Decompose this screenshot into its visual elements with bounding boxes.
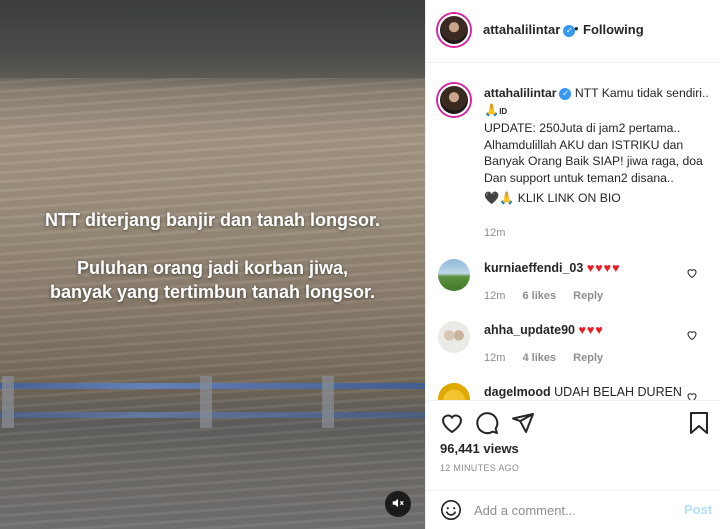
caption-time: 12m: [484, 227, 506, 239]
comment-text: kurniaeffendi_03 ♥♥♥♥: [484, 261, 621, 275]
header-separator: •: [574, 21, 579, 36]
view-count[interactable]: 96,441 views: [440, 441, 519, 456]
caption-username[interactable]: attahalilintar: [484, 86, 556, 100]
like-comment-button[interactable]: [686, 329, 698, 344]
post-actions: 96,441 views 12 MINUTES AGO: [426, 400, 720, 490]
comment-username[interactable]: kurniaeffendi_03: [484, 261, 583, 275]
heart-icon: [687, 331, 697, 341]
bookmark-icon[interactable]: [688, 411, 710, 435]
avatar[interactable]: [438, 259, 470, 291]
comment-icon[interactable]: [475, 411, 499, 435]
comment-meta: 12m 4 likes Reply: [484, 352, 617, 364]
video-overlay-lines: Puluhan orang jadi korban jiwa, banyak y…: [0, 256, 425, 304]
comment-body: UDAH BELAH DUREN: [554, 385, 682, 399]
speaker-muted-icon: [392, 498, 404, 508]
post-timestamp[interactable]: 12 MINUTES AGO: [440, 463, 519, 473]
mute-button[interactable]: [385, 491, 411, 517]
caption: attahalilintar ✓ NTT Kamu tidak sendiri..…: [484, 85, 712, 207]
comment-time: 12m: [484, 352, 506, 364]
fence-post: [322, 376, 334, 428]
comment-likes[interactable]: 4 likes: [522, 352, 556, 364]
fence-post: [2, 376, 14, 428]
heart-icon: [687, 269, 697, 279]
comments-list[interactable]: attahalilintar ✓ NTT Kamu tidak sendiri..…: [426, 64, 720, 400]
comment-text: dagelmood UDAH BELAH DUREN: [484, 385, 682, 399]
video-overlay-line2: Puluhan orang jadi korban jiwa,: [76, 258, 349, 278]
avatar[interactable]: [438, 321, 470, 353]
heart-icon[interactable]: [440, 411, 464, 435]
comment-time: 12m: [484, 290, 506, 302]
username-link[interactable]: attahalilintar: [483, 22, 560, 37]
reply-button[interactable]: Reply: [573, 290, 603, 302]
share-icon[interactable]: [511, 411, 535, 435]
caption-body: Alhamdulillah AKU dan ISTRIKU dan Banyak…: [484, 137, 703, 185]
comment-username[interactable]: ahha_update90: [484, 323, 575, 337]
following-button[interactable]: Following: [583, 22, 644, 37]
video-overlay-line3: banyak yang tertimbun tanah longsor.: [49, 282, 376, 302]
comment-body: ♥♥♥♥: [586, 261, 621, 275]
avatar[interactable]: [438, 84, 470, 116]
add-comment-input[interactable]: [474, 499, 664, 521]
comment-body: ♥♥♥: [578, 323, 604, 337]
avatar[interactable]: [438, 383, 470, 400]
post-header: attahalilintar ✓ • Following: [426, 0, 720, 63]
id-tag: ID: [499, 106, 508, 116]
comment-text: ahha_update90 ♥♥♥: [484, 323, 604, 337]
add-comment-bar: Post: [426, 490, 720, 529]
comment-username[interactable]: dagelmood: [484, 385, 551, 399]
caption-link-line: 🖤🙏 KLIK LINK ON BIO: [484, 191, 621, 205]
video-overlay-line1: NTT diterjang banjir dan tanah longsor.: [44, 210, 381, 230]
post-sidebar: attahalilintar ✓ • Following attahalilint…: [425, 0, 720, 529]
header-username[interactable]: attahalilintar ✓: [483, 22, 576, 37]
comment-likes[interactable]: 6 likes: [522, 290, 556, 302]
fence-post: [200, 376, 212, 428]
emoji-icon[interactable]: [440, 499, 462, 521]
video-player[interactable]: NTT diterjang banjir dan tanah longsor. …: [0, 0, 425, 529]
comment-meta: 12m 6 likes Reply: [484, 290, 617, 302]
fence-rail: [0, 383, 425, 389]
video-sky: [0, 0, 425, 78]
reply-button[interactable]: Reply: [573, 352, 603, 364]
caption-update-line: UPDATE: 250Juta di jam2 pertama..: [484, 121, 681, 135]
fence-rail: [0, 412, 425, 418]
like-comment-button[interactable]: [686, 267, 698, 282]
heart-icon: [687, 393, 697, 400]
avatar[interactable]: [438, 14, 470, 46]
like-comment-button[interactable]: [686, 391, 698, 400]
verified-badge-icon: ✓: [559, 88, 572, 100]
post-button[interactable]: Post: [684, 502, 712, 517]
